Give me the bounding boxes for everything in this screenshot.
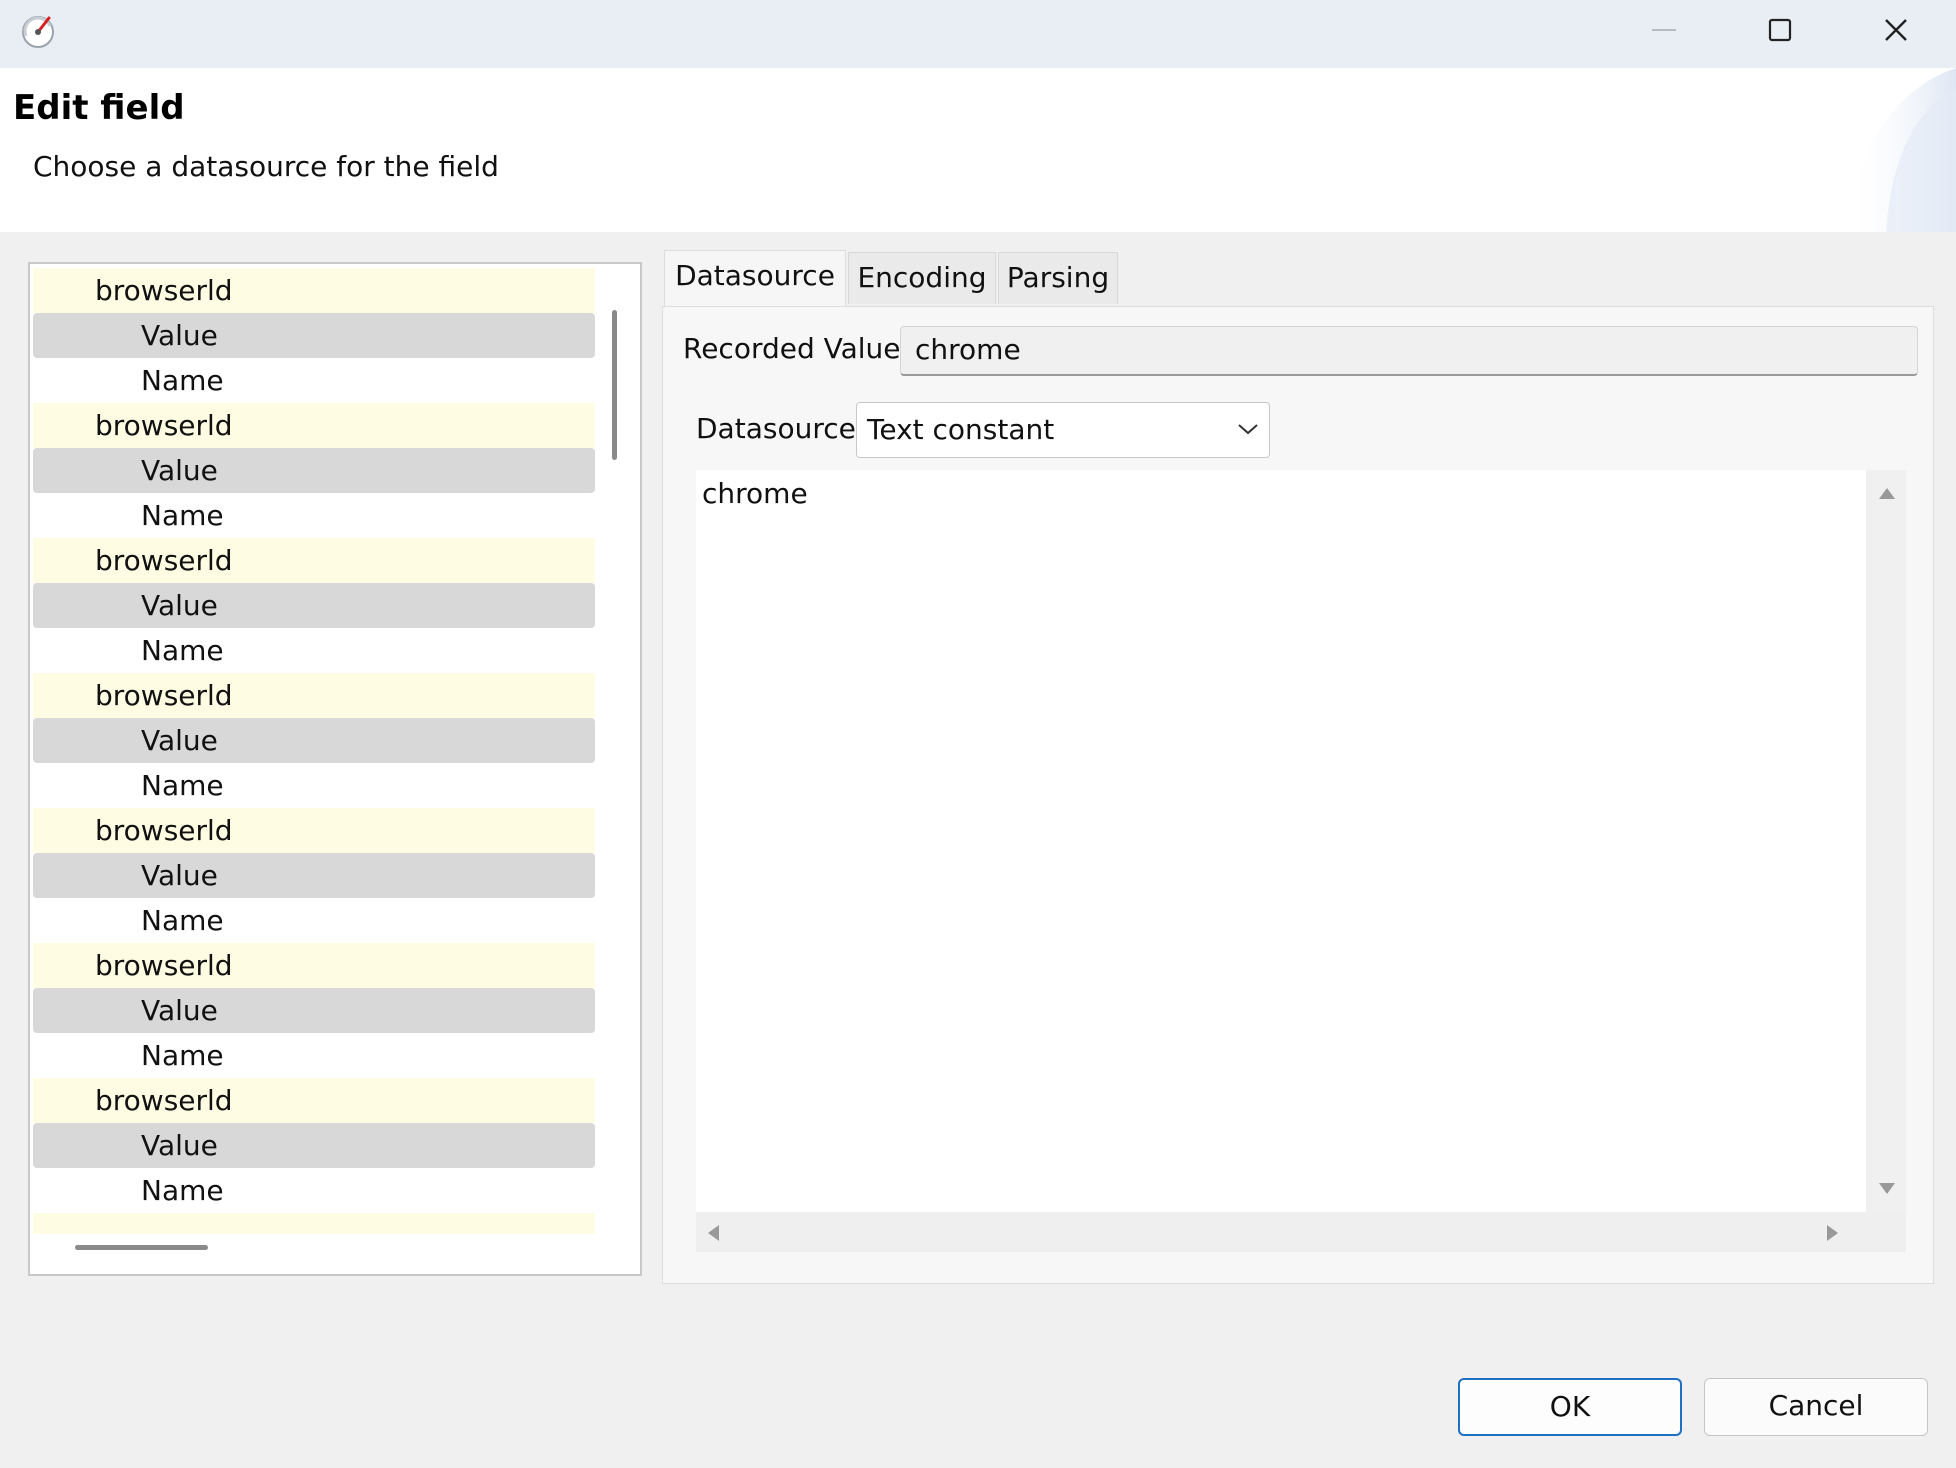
tree-item-parent[interactable]: browserld [33, 268, 595, 313]
dialog-title: Edit field [13, 88, 185, 128]
tab-parsing[interactable]: Parsing [998, 252, 1118, 304]
scroll-left-arrow-icon[interactable] [706, 1224, 720, 1242]
tab-encoding[interactable]: Encoding [848, 252, 996, 304]
chevron-down-icon [1238, 424, 1258, 435]
title-bar [0, 0, 1956, 68]
ok-button[interactable]: OK [1458, 1378, 1682, 1436]
recorded-value-label: Recorded Value [683, 332, 901, 365]
constant-text-area[interactable]: chrome [696, 470, 1866, 1212]
tree-item-value[interactable]: Value [33, 988, 595, 1033]
tree-item-value[interactable]: Value [33, 448, 595, 493]
tree-item-value[interactable]: Value [33, 313, 595, 358]
dialog-header: Edit field Choose a datasource for the f… [0, 68, 1956, 232]
maximize-icon [1768, 18, 1792, 42]
tree-item-parent[interactable]: browserld [33, 1078, 595, 1123]
tree-item-parent-partial[interactable] [33, 1213, 595, 1234]
datasource-select-value: Text constant [867, 413, 1055, 446]
tree-item-value[interactable]: Value [33, 853, 595, 898]
banner-decoration [1846, 68, 1956, 232]
tree-item-parent[interactable]: browserld [33, 403, 595, 448]
scroll-down-arrow-icon[interactable] [1878, 1182, 1896, 1196]
tree-horizontal-scrollbar[interactable] [75, 1245, 208, 1250]
tree-item-name[interactable]: Name [33, 763, 595, 808]
dialog-subtitle: Choose a datasource for the field [33, 150, 499, 183]
tree-item-name[interactable]: Name [33, 628, 595, 673]
datasource-select[interactable]: Text constant [856, 402, 1270, 458]
tree-item-value[interactable]: Value [33, 583, 595, 628]
tree-item-name[interactable]: Name [33, 358, 595, 403]
field-tree-list: browserld Value Name browserld Value Nam… [33, 268, 598, 1234]
close-icon [1885, 19, 1907, 41]
tree-item-value[interactable]: Value [33, 718, 595, 763]
cancel-button[interactable]: Cancel [1704, 1378, 1928, 1436]
tree-item-parent[interactable]: browserld [33, 943, 595, 988]
tree-item-name[interactable]: Name [33, 1168, 595, 1213]
maximize-button[interactable] [1722, 0, 1838, 60]
tree-item-parent[interactable]: browserld [33, 808, 595, 853]
minimize-icon [1652, 29, 1676, 31]
minimize-button[interactable] [1606, 0, 1722, 60]
scroll-right-arrow-icon[interactable] [1826, 1224, 1840, 1242]
tree-item-value[interactable]: Value [33, 1123, 595, 1168]
tab-datasource[interactable]: Datasource [664, 250, 846, 308]
text-area-horizontal-scrollbar[interactable] [696, 1212, 1906, 1252]
tree-item-name[interactable]: Name [33, 493, 595, 538]
field-tree[interactable]: browserld Value Name browserld Value Nam… [28, 262, 642, 1276]
datasource-label: Datasource [696, 412, 856, 445]
text-area-vertical-scrollbar[interactable] [1866, 470, 1906, 1212]
recorded-value-field: chrome [900, 326, 1918, 376]
tree-item-parent[interactable]: browserld [33, 538, 595, 583]
tree-item-parent[interactable]: browserld [33, 673, 595, 718]
tree-item-name[interactable]: Name [33, 898, 595, 943]
close-button[interactable] [1838, 0, 1954, 60]
gauge-icon [18, 10, 58, 50]
tree-vertical-scrollbar[interactable] [612, 310, 617, 460]
scroll-up-arrow-icon[interactable] [1878, 486, 1896, 500]
tree-item-name[interactable]: Name [33, 1033, 595, 1078]
